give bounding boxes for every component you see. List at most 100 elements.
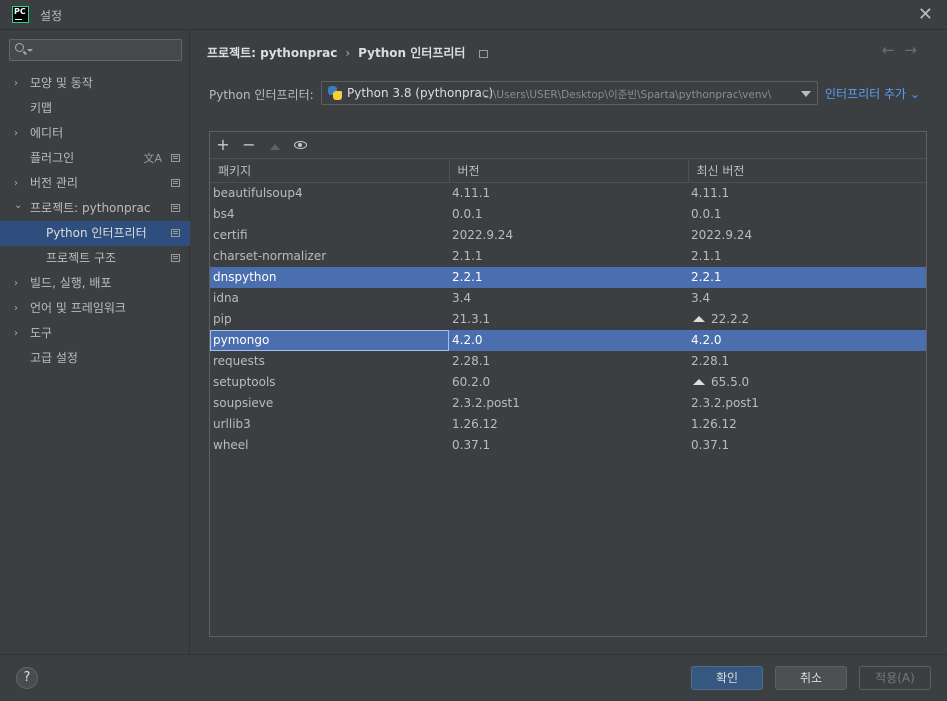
package-version: 3.4	[452, 291, 472, 305]
sidebar-item-languages[interactable]: › 언어 및 프레임워크	[0, 296, 190, 321]
add-interpreter-link[interactable]: 인터프리터 추가 ⌄	[825, 85, 920, 102]
package-version: 4.11.1	[452, 186, 491, 201]
project-settings-icon	[479, 50, 489, 58]
forward-arrow-icon[interactable]: →	[904, 41, 927, 59]
cancel-button[interactable]: 취소	[775, 666, 847, 690]
back-arrow-icon[interactable]: ←	[882, 41, 905, 59]
sidebar-item-plugins[interactable]: 플러그인 文A	[0, 146, 190, 171]
table-row[interactable]: pip 21.3.1 22.2.2	[210, 309, 926, 330]
packages-table: 패키지 버전 최신 버전 beautifulsoup4 4.11.1 4.11.…	[210, 158, 926, 456]
package-name: pip	[213, 312, 232, 326]
package-latest-version: 2022.9.24	[691, 228, 753, 242]
search-options-caret-icon[interactable]	[27, 49, 33, 52]
expand-arrow-icon[interactable]: ›	[14, 121, 18, 146]
settings-main-panel: 프로젝트: pythonprac › Python 인터프리터 ←→ Python …	[191, 31, 947, 654]
interpreter-dropdown[interactable]: Python 3.8 (pythonprac) C:\Users\USER\De…	[321, 81, 818, 105]
sidebar-item-label: 언어 및 프레임워크	[30, 301, 126, 315]
package-latest-version: 0.37.1	[691, 438, 730, 452]
table-row[interactable]: beautifulsoup4 4.11.1 4.11.1	[210, 183, 926, 204]
translate-icon: 文A	[143, 152, 162, 165]
expand-arrow-icon[interactable]: ›	[14, 296, 18, 321]
sidebar-item-build-execution[interactable]: › 빌드, 실행, 배포	[0, 271, 190, 296]
expand-arrow-icon[interactable]: ›	[14, 321, 18, 346]
sidebar-item-version-control[interactable]: › 버전 관리	[0, 171, 190, 196]
sidebar-item-label: 빌드, 실행, 배포	[30, 276, 112, 290]
pycharm-logo-icon: PC	[12, 6, 29, 23]
table-row[interactable]: charset-normalizer 2.1.1 2.1.1	[210, 246, 926, 267]
expand-arrow-icon[interactable]: ›	[14, 271, 18, 296]
sidebar-item-label: 도구	[30, 326, 53, 340]
add-package-button[interactable]: +	[213, 135, 233, 155]
apply-button[interactable]: 적용(A)	[859, 666, 931, 690]
package-version: 2.2.1	[449, 266, 688, 288]
package-version: 2022.9.24	[452, 228, 514, 242]
package-latest-version: 3.4	[691, 291, 711, 305]
table-row[interactable]: setuptools 60.2.0 65.5.0	[210, 372, 926, 393]
table-row[interactable]: bs4 0.0.1 0.0.1	[210, 204, 926, 225]
table-row[interactable]: soupsieve 2.3.2.post1 2.3.2.post1	[210, 393, 926, 414]
sidebar-item-label: 모양 및 동작	[30, 76, 93, 90]
expand-arrow-icon[interactable]: ›	[14, 71, 18, 96]
close-icon[interactable]: ✕	[918, 4, 933, 25]
breadcrumb-separator: ›	[345, 46, 351, 60]
window-title: 설정	[40, 9, 63, 23]
column-header-version[interactable]: 버전	[449, 158, 689, 183]
table-row[interactable]: wheel 0.37.1 0.37.1	[210, 435, 926, 456]
upgrade-icon	[270, 144, 280, 150]
help-button[interactable]: ?	[16, 667, 38, 689]
sidebar-item-editor[interactable]: › 에디터	[0, 121, 190, 146]
interpreter-path: C:\Users\USER\Desktop\이준빈\Sparta\pythonp…	[482, 89, 772, 101]
package-latest-version: 4.11.1	[691, 186, 730, 201]
interpreter-name: Python 3.8 (pythonprac)	[347, 86, 494, 100]
project-settings-icon	[171, 254, 180, 262]
table-row[interactable]: idna 3.4 3.4	[210, 288, 926, 309]
package-latest-version: 22.2.2	[688, 309, 926, 330]
package-version: 0.0.1	[452, 207, 483, 221]
package-name: pymongo	[210, 329, 449, 351]
ok-button[interactable]: 확인	[691, 666, 763, 690]
package-latest-version: 1.26.12	[691, 417, 737, 431]
sidebar-item-label: 프로젝트 구조	[46, 251, 117, 265]
package-latest-version: 2.1.1	[691, 249, 722, 263]
table-row-selected[interactable]: dnspython 2.2.1 2.2.1	[210, 266, 926, 288]
dialog-footer: ? 확인 취소 적용(A)	[0, 654, 947, 701]
sidebar-item-tools[interactable]: › 도구	[0, 321, 190, 346]
sidebar-item-python-interpreter[interactable]: Python 인터프리터	[0, 221, 190, 246]
table-row-selected[interactable]: pymongo 4.2.0 4.2.0	[210, 329, 926, 351]
sidebar-item-label: 고급 설정	[30, 351, 78, 365]
package-latest-version: 2.28.1	[691, 354, 730, 368]
package-version: 0.37.1	[452, 438, 491, 452]
search-input[interactable]	[34, 41, 179, 59]
breadcrumb-page: Python 인터프리터	[358, 46, 466, 60]
sidebar-item-project[interactable]: ⌄ 프로젝트: pythonprac	[0, 196, 190, 221]
sidebar-item-label: 키맵	[30, 101, 53, 115]
history-nav: ←→	[882, 41, 927, 59]
sidebar-item-appearance[interactable]: › 모양 및 동작	[0, 71, 190, 96]
package-latest-version: 4.2.0	[688, 329, 926, 351]
settings-search[interactable]	[9, 39, 182, 61]
sidebar-item-project-structure[interactable]: 프로젝트 구조	[0, 246, 190, 271]
sidebar-item-keymap[interactable]: 키맵	[0, 96, 190, 121]
upgrade-package-button[interactable]	[265, 135, 285, 155]
breadcrumb: 프로젝트: pythonprac › Python 인터프리터	[207, 44, 489, 61]
collapse-arrow-icon[interactable]: ⌄	[14, 193, 22, 218]
package-name: bs4	[213, 207, 235, 221]
package-name: dnspython	[210, 266, 449, 288]
sidebar-item-advanced-settings[interactable]: 고급 설정	[0, 346, 190, 371]
table-row[interactable]: certifi 2022.9.24 2022.9.24	[210, 225, 926, 246]
column-header-package[interactable]: 패키지	[210, 158, 450, 183]
packages-toolbar: + −	[210, 132, 926, 158]
settings-sidebar: › 모양 및 동작 키맵 › 에디터 플러그인 文A › 버전 관리 ⌄ 프로젝…	[0, 31, 190, 654]
package-version: 1.26.12	[452, 417, 498, 431]
package-name: requests	[213, 354, 265, 368]
dropdown-caret-icon	[801, 91, 811, 97]
project-settings-icon	[171, 179, 180, 187]
table-row[interactable]: requests 2.28.1 2.28.1	[210, 351, 926, 372]
column-header-latest-version[interactable]: 최신 버전	[688, 158, 926, 183]
package-name: charset-normalizer	[213, 249, 327, 263]
show-early-releases-eye-icon[interactable]	[294, 141, 307, 149]
project-settings-icon	[171, 229, 180, 237]
latest-version-text: 22.2.2	[711, 312, 750, 326]
remove-package-button[interactable]: −	[239, 135, 259, 155]
table-row[interactable]: urllib3 1.26.12 1.26.12	[210, 414, 926, 435]
